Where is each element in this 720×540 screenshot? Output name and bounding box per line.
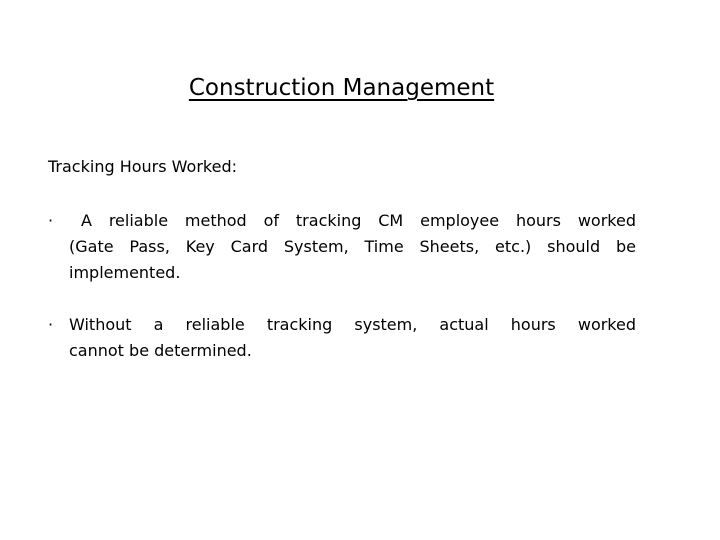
bullet-marker-icon: · [48, 315, 54, 334]
list-item: · A reliable method of tracking CM emplo… [48, 208, 636, 286]
bullet-marker-icon: · [48, 211, 54, 230]
list-item-line: cannot be determined. [69, 341, 252, 360]
list-item: · Without a reliable tracking system, ac… [48, 312, 636, 364]
list-item-line: Without a reliable tracking system, actu… [69, 315, 636, 334]
page-title: Construction Management [0, 74, 683, 102]
section-subheading: Tracking Hours Worked: [48, 157, 237, 176]
list-item-text: A reliable method of tracking CM employe… [69, 208, 636, 286]
page-title-text: Construction Management [188, 75, 495, 101]
bullet-list: · A reliable method of tracking CM emplo… [48, 208, 636, 364]
slide-body: Tracking Hours Worked: · A reliable meth… [48, 156, 636, 364]
slide-canvas: Construction Management Tracking Hours W… [0, 0, 720, 540]
list-item-line: (Gate Pass, Key Card System, Time Sheets… [69, 237, 636, 256]
list-item-line: A reliable method of tracking CM employe… [81, 211, 636, 230]
list-item-text: Without a reliable tracking system, actu… [69, 312, 636, 364]
list-item-line: implemented. [69, 263, 181, 282]
